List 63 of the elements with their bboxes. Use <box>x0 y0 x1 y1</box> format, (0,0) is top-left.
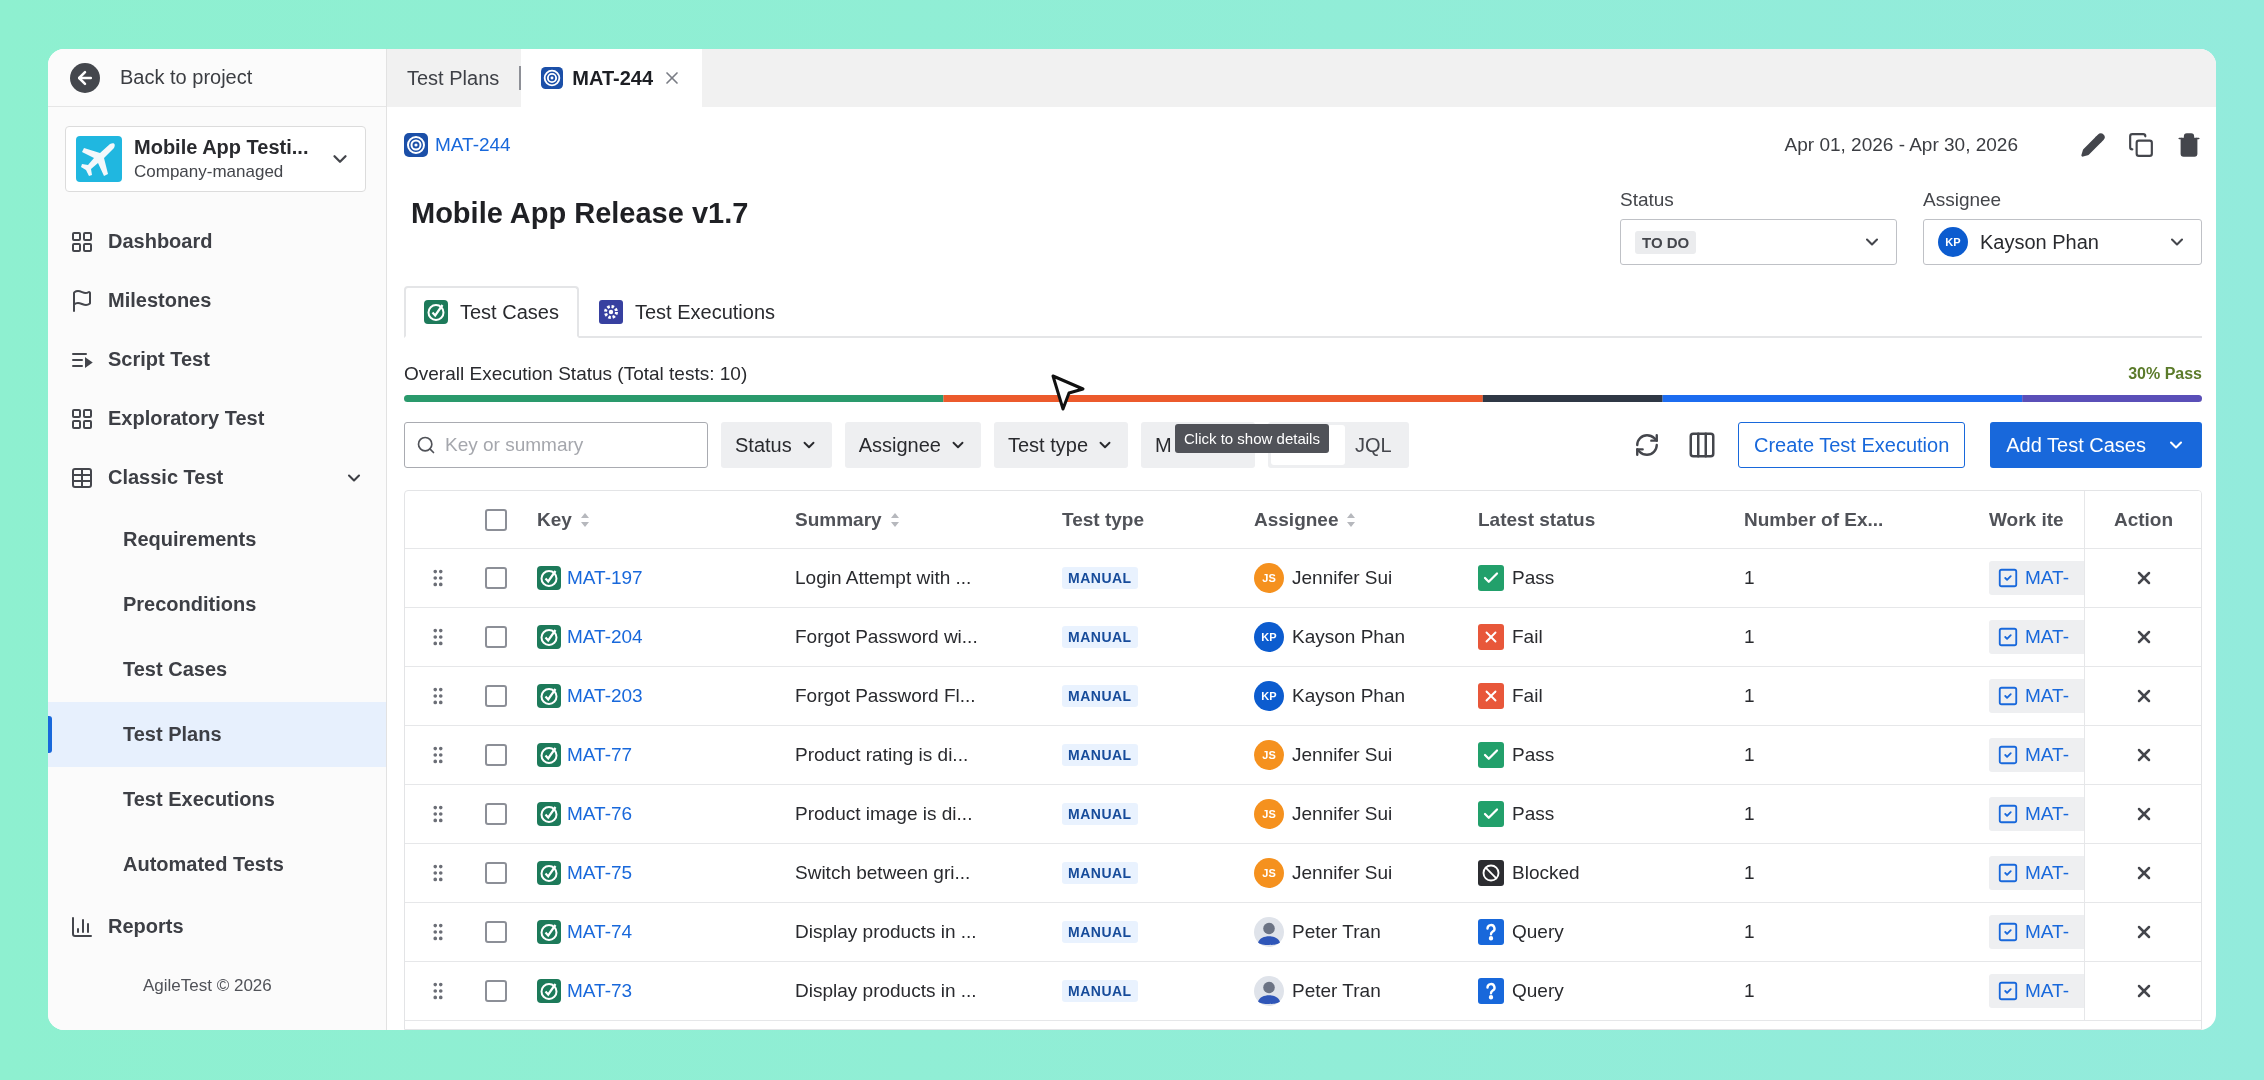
execution-status-label: Overall Execution Status (Total tests: 10) <box>404 363 748 385</box>
summary-text: Display products in ... <box>795 921 977 943</box>
test-type-tag: MANUAL <box>1062 980 1138 1002</box>
summary-text: Product image is di... <box>795 803 973 825</box>
column-header: Work ite <box>1989 508 2064 531</box>
assignee-name: Jennifer Sui <box>1292 803 1393 825</box>
assignee-name: Jennifer Sui <box>1292 744 1393 766</box>
project-type: Company-managed <box>134 162 285 182</box>
summary-text: Product rating is di... <box>795 744 969 766</box>
user-avatar: JS <box>1254 563 1284 593</box>
status-label: Query <box>1512 980 1564 1002</box>
assignee-name: Jennifer Sui <box>1292 567 1393 589</box>
execution-count: 1 <box>1744 567 1755 589</box>
assignee-name: Kayson Phan <box>1292 685 1406 707</box>
assignee-name: Jennifer Sui <box>1292 862 1393 884</box>
status-label: Query <box>1512 921 1564 943</box>
copyright-text: AgileTest © 2026 <box>142 974 273 997</box>
summary-text: Switch between gri... <box>795 862 971 884</box>
execution-count: 1 <box>1744 862 1755 884</box>
column-header: Test type <box>1062 508 1144 531</box>
project-name: Mobile App Testi... <box>134 136 310 159</box>
summary-text: Display products in ... <box>795 980 977 1002</box>
execution-count: 1 <box>1744 744 1755 766</box>
execution-count: 1 <box>1744 626 1755 648</box>
status-lozenge: TO DO <box>1635 230 1697 254</box>
assignee-name: Kayson Phan <box>1292 626 1406 648</box>
test-type-tag: MANUAL <box>1062 626 1138 648</box>
date-range: Apr 01, 2026 - Apr 30, 2026 <box>1784 134 2018 156</box>
test-type-tag: MANUAL <box>1062 803 1138 825</box>
test-type-tag: MANUAL <box>1062 744 1138 766</box>
user-avatar: JS <box>1254 799 1284 829</box>
test-type-tag: MANUAL <box>1062 567 1138 589</box>
user-avatar: JS <box>1254 858 1284 888</box>
pass-rate: 30% Pass <box>2128 365 2202 383</box>
summary-text: Login Attempt with ... <box>795 567 972 589</box>
execution-count: 1 <box>1744 685 1755 707</box>
status-label: Fail <box>1512 685 1543 707</box>
status-label: Pass <box>1512 744 1555 766</box>
status-label: Pass <box>1512 567 1555 589</box>
column-header: Latest status <box>1478 508 1596 531</box>
user-avatar: JS <box>1254 740 1284 770</box>
status-label: Pass <box>1512 803 1555 825</box>
execution-count: 1 <box>1744 803 1755 825</box>
test-type-tag: MANUAL <box>1062 921 1138 943</box>
column-header: Number of Ex... <box>1744 508 1884 531</box>
user-avatar: KP <box>1254 622 1284 652</box>
user-avatar: KP <box>1254 681 1284 711</box>
plan-title: Mobile App Release v1.7 <box>411 197 749 230</box>
summary-text: Forgot Password wi... <box>795 626 978 648</box>
assignee-name: Peter Tran <box>1292 921 1381 943</box>
test-type-tag: MANUAL <box>1062 862 1138 884</box>
status-label: Blocked <box>1512 862 1580 884</box>
execution-count: 1 <box>1744 980 1755 1002</box>
column-header: Action <box>2113 508 2174 531</box>
assignee-name: Peter Tran <box>1292 980 1381 1002</box>
execution-count: 1 <box>1744 921 1755 943</box>
field-label: Assignee <box>1923 189 2003 211</box>
user-avatar: KP <box>1938 227 1968 257</box>
status-label: Fail <box>1512 626 1543 648</box>
tooltip: Click to show details <box>1175 424 1329 453</box>
test-type-tag: MANUAL <box>1062 685 1138 707</box>
field-label: Status <box>1620 189 1675 211</box>
summary-text: Forgot Password Fl... <box>795 685 976 707</box>
